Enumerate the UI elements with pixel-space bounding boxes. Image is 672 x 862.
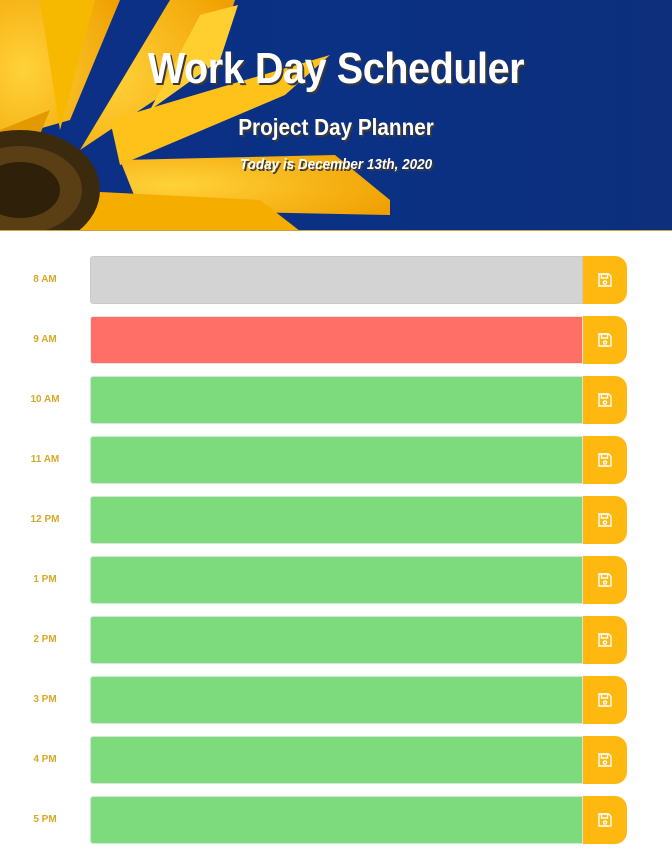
hour-label: 8 AM bbox=[33, 274, 57, 285]
floppy-disk-icon bbox=[597, 392, 613, 408]
timeblock-row: 5 PM bbox=[0, 796, 672, 844]
timeblock-row: 10 AM bbox=[0, 376, 672, 424]
description-textarea-future[interactable] bbox=[90, 616, 583, 664]
floppy-disk-icon bbox=[597, 752, 613, 768]
save-button[interactable] bbox=[583, 496, 627, 544]
description-textarea-future[interactable] bbox=[90, 376, 583, 424]
floppy-disk-icon bbox=[597, 512, 613, 528]
page-subtitle: Project Day Planner bbox=[238, 114, 434, 140]
timeblock-row: 3 PM bbox=[0, 676, 672, 724]
timeblock-row: 4 PM bbox=[0, 736, 672, 784]
hour-label: 11 AM bbox=[30, 454, 60, 465]
save-button[interactable] bbox=[583, 376, 627, 424]
hour-label: 9 AM bbox=[33, 334, 57, 345]
hour-label: 12 PM bbox=[30, 514, 60, 525]
timeblock-row: 11 AM bbox=[0, 436, 672, 484]
timeblock-row: 9 AM bbox=[0, 316, 672, 364]
timeblock-row: 2 PM bbox=[0, 616, 672, 664]
current-day: Today is December 13th, 2020 bbox=[239, 156, 433, 173]
hour-label: 5 PM bbox=[33, 814, 57, 825]
timeblock-row: 12 PM bbox=[0, 496, 672, 544]
save-button[interactable] bbox=[583, 256, 627, 304]
floppy-disk-icon bbox=[597, 632, 613, 648]
hour-label: 10 AM bbox=[30, 394, 60, 405]
save-button[interactable] bbox=[583, 316, 627, 364]
description-textarea-future[interactable] bbox=[90, 436, 583, 484]
floppy-disk-icon bbox=[597, 692, 613, 708]
floppy-disk-icon bbox=[597, 332, 613, 348]
save-button[interactable] bbox=[583, 736, 627, 784]
save-button[interactable] bbox=[583, 436, 627, 484]
timeblock-row: 1 PM bbox=[0, 556, 672, 604]
description-textarea-present[interactable] bbox=[90, 316, 583, 364]
save-button[interactable] bbox=[583, 556, 627, 604]
description-textarea-future[interactable] bbox=[90, 556, 583, 604]
hour-label: 1 PM bbox=[33, 574, 57, 585]
floppy-disk-icon bbox=[597, 572, 613, 588]
timeblock-row: 8 AM bbox=[0, 256, 672, 304]
save-button[interactable] bbox=[583, 676, 627, 724]
hour-label: 3 PM bbox=[33, 694, 57, 705]
description-textarea-future[interactable] bbox=[90, 796, 583, 844]
save-button[interactable] bbox=[583, 616, 627, 664]
page-title: Work Day Scheduler bbox=[147, 44, 525, 93]
description-textarea-future[interactable] bbox=[90, 496, 583, 544]
hour-label: 4 PM bbox=[33, 754, 57, 765]
jumbotron-header: Work Day Scheduler Project Day Planner T… bbox=[0, 0, 672, 231]
floppy-disk-icon bbox=[597, 452, 613, 468]
floppy-disk-icon bbox=[597, 272, 613, 288]
floppy-disk-icon bbox=[597, 812, 613, 828]
description-textarea-future[interactable] bbox=[90, 736, 583, 784]
save-button[interactable] bbox=[583, 796, 627, 844]
hour-label: 2 PM bbox=[33, 634, 57, 645]
description-textarea-past[interactable] bbox=[90, 256, 583, 304]
description-textarea-future[interactable] bbox=[90, 676, 583, 724]
